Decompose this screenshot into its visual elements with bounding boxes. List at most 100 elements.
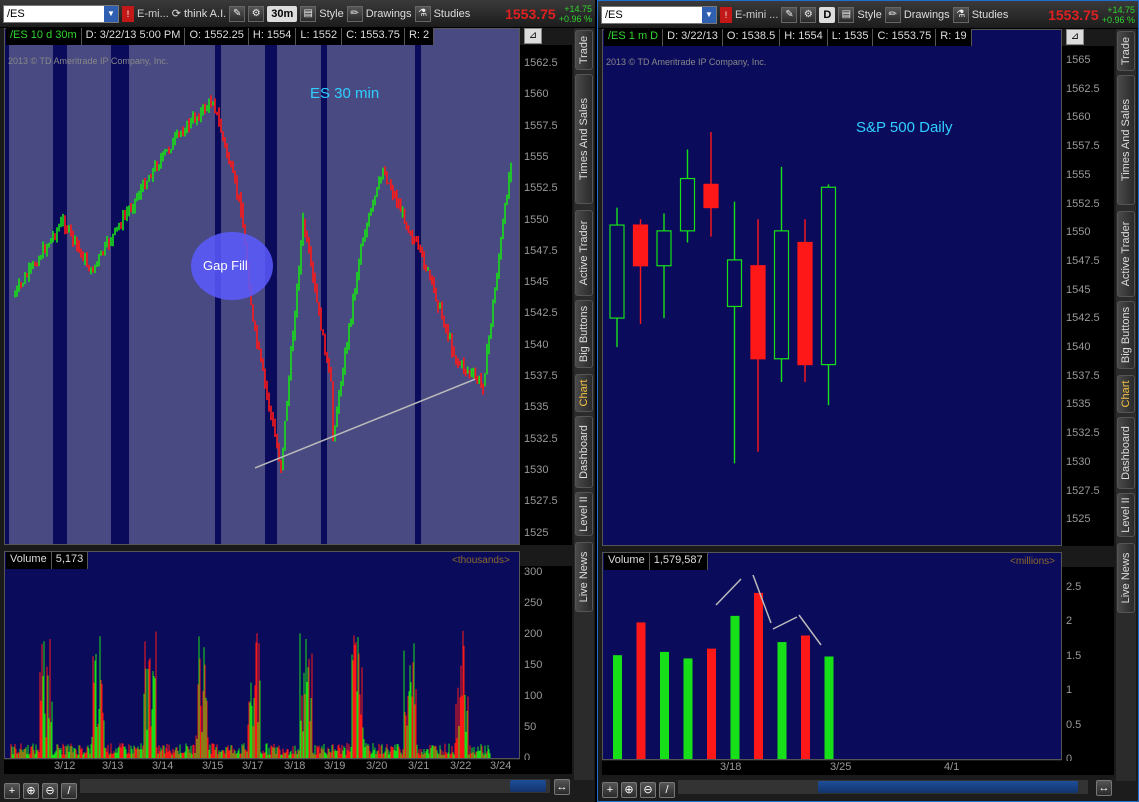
left-price-plot: Gap Fill [9,29,519,544]
right-scrollbar[interactable] [678,780,1088,794]
time-axis-label: 3/17 [242,760,264,772]
session-stripe [503,29,519,544]
left-scroll-thumb[interactable] [510,780,546,792]
side-tab-active-trader[interactable]: Active Trader [1117,211,1135,297]
side-tab-times-and-sales[interactable]: Times And Sales [1117,75,1135,205]
daily-volume-bar [707,648,716,759]
axis-tick-label: 1527.5 [1066,484,1100,497]
left-zoom-out-icon[interactable]: ⊖ [42,783,58,799]
left-think-button[interactable]: ⟳ think A.I. [172,7,227,21]
right-timeframe-button[interactable]: D [819,6,836,23]
left-info-bar: /ES 10 d 30m D: 3/22/13 5:00 PM O: 1552.… [6,28,435,45]
axis-tick-label: 1552.5 [524,182,558,195]
side-tab-big-buttons[interactable]: Big Buttons [575,300,593,368]
left-expand-icon[interactable]: ↔ [554,779,570,795]
daily-candle-body [797,241,813,366]
axis-tick-label: 1550 [1066,226,1091,239]
session-stripe [9,29,53,544]
side-tab-label: Chart [578,379,590,407]
left-volume-chart[interactable] [4,551,520,759]
left-info-date: D: 3/22/13 5:00 PM [82,28,186,45]
right-studies-button[interactable]: ⚗ Studies [952,6,1009,23]
axis-tick-label: 1560 [1066,111,1091,124]
daily-candle-body [703,183,719,209]
right-info-low: L: 1535 [828,29,874,46]
left-style-button[interactable]: ▤ Style [300,5,344,22]
right-zoom-in-icon[interactable]: ⊕ [621,782,637,798]
side-tab-chart[interactable]: Chart [575,374,593,412]
right-tool-icon-1[interactable]: ✎ [781,6,798,23]
side-tab-big-buttons[interactable]: Big Buttons [1117,301,1135,369]
right-volume-chart[interactable] [602,552,1062,760]
side-tab-label: Times And Sales [1120,98,1132,182]
side-tab-live-news[interactable]: Live News [1117,543,1135,613]
left-symbol-input[interactable]: /ES ▼ [3,4,119,23]
right-scroll-thumb[interactable] [818,781,1078,793]
right-style-icon: ▤ [838,6,855,23]
left-tool-icon-1[interactable]: ✎ [229,5,246,22]
left-crosshair-icon[interactable]: + [4,783,20,799]
side-tab-trade[interactable]: Trade [575,30,593,70]
axis-tick-label: 1557.5 [1066,140,1100,153]
left-symbol-dropdown-icon[interactable]: ▼ [104,5,118,22]
right-wrench-icon[interactable]: ⚙ [800,6,817,23]
side-tab-live-news[interactable]: Live News [575,542,593,612]
side-tab-trade[interactable]: Trade [1117,31,1135,71]
right-volume-header: Volume 1,579,587 [604,553,708,570]
right-expand-icon[interactable]: ↔ [1096,780,1112,796]
side-tab-dashboard[interactable]: Dashboard [1117,417,1135,489]
left-zoom-in-icon[interactable]: ⊕ [23,783,39,799]
axis-tick-label: 300 [524,566,543,578]
left-net-change: +14.75 [564,3,592,14]
axis-tick-label: 1540 [1066,341,1091,353]
time-axis-label: 3/20 [366,760,388,772]
right-side-tabs: Trade Times And Sales Active Trader Big But… [1116,29,1136,781]
left-price-chart[interactable]: Gap Fill [4,28,520,545]
session-stripe [421,29,465,544]
axis-tick-label: 1542.5 [524,307,558,320]
right-drawings-button[interactable]: ✏ Drawings [884,6,950,23]
side-tab-dashboard[interactable]: Dashboard [575,416,593,488]
side-tab-level-ii[interactable]: Level II [575,492,593,536]
right-crosshair-icon[interactable]: + [602,782,618,798]
right-style-button[interactable]: ▤ Style [838,6,882,23]
side-tab-label: Live News [578,551,590,603]
left-info-icon[interactable]: ! [122,5,134,22]
axis-tick-label: 150 [524,659,543,671]
left-wrench-icon[interactable]: ⚙ [248,5,265,22]
right-symbol-dropdown-icon[interactable]: ▼ [702,6,716,23]
right-price-plot [609,132,837,464]
left-info-desc: /ES 10 d 30m [6,28,82,45]
left-think-label: think A.I. [184,7,227,20]
side-tab-label: Chart [1120,380,1132,408]
right-info-icon[interactable]: ! [720,6,732,23]
right-symbol-text: /ES [605,8,623,21]
daily-volume-bar [683,658,693,759]
left-info-open: O: 1552.25 [185,28,249,45]
axis-tick-label: 1547.5 [524,244,558,257]
side-tab-label: Active Trader [578,220,590,286]
left-draw-line-icon[interactable]: / [61,783,77,799]
side-tab-active-trader[interactable]: Active Trader [575,210,593,296]
left-studies-button[interactable]: ⚗ Studies [414,5,470,22]
side-tab-times-and-sales[interactable]: Times And Sales [575,74,593,204]
left-chart-settings-icon[interactable]: ⊿ [524,28,542,44]
right-draw-line-icon[interactable]: / [659,782,675,798]
right-price-chart[interactable] [602,29,1062,546]
side-tab-label: Trade [1120,36,1132,66]
side-tab-level-ii[interactable]: Level II [1117,493,1135,537]
right-chart-settings-icon[interactable]: ⊿ [1066,29,1084,45]
side-tab-chart[interactable]: Chart [1117,375,1135,413]
right-volume-label: Volume [604,553,650,570]
left-scrollbar[interactable] [80,779,550,793]
left-timeframe-button[interactable]: 30m [267,5,298,22]
right-symbol-input[interactable]: /ES ▼ [601,5,717,24]
daily-volume-bar [660,651,669,759]
right-studies-label: Studies [971,8,1009,21]
right-zoom-out-icon[interactable]: ⊖ [640,782,656,798]
daily-volume-bar [730,615,740,759]
left-style-label: Style [319,7,344,20]
right-drawings-label: Drawings [903,8,950,21]
right-change-block: +14.75 +0.96 % [1102,5,1135,25]
left-drawings-button[interactable]: ✏ Drawings [346,5,412,22]
